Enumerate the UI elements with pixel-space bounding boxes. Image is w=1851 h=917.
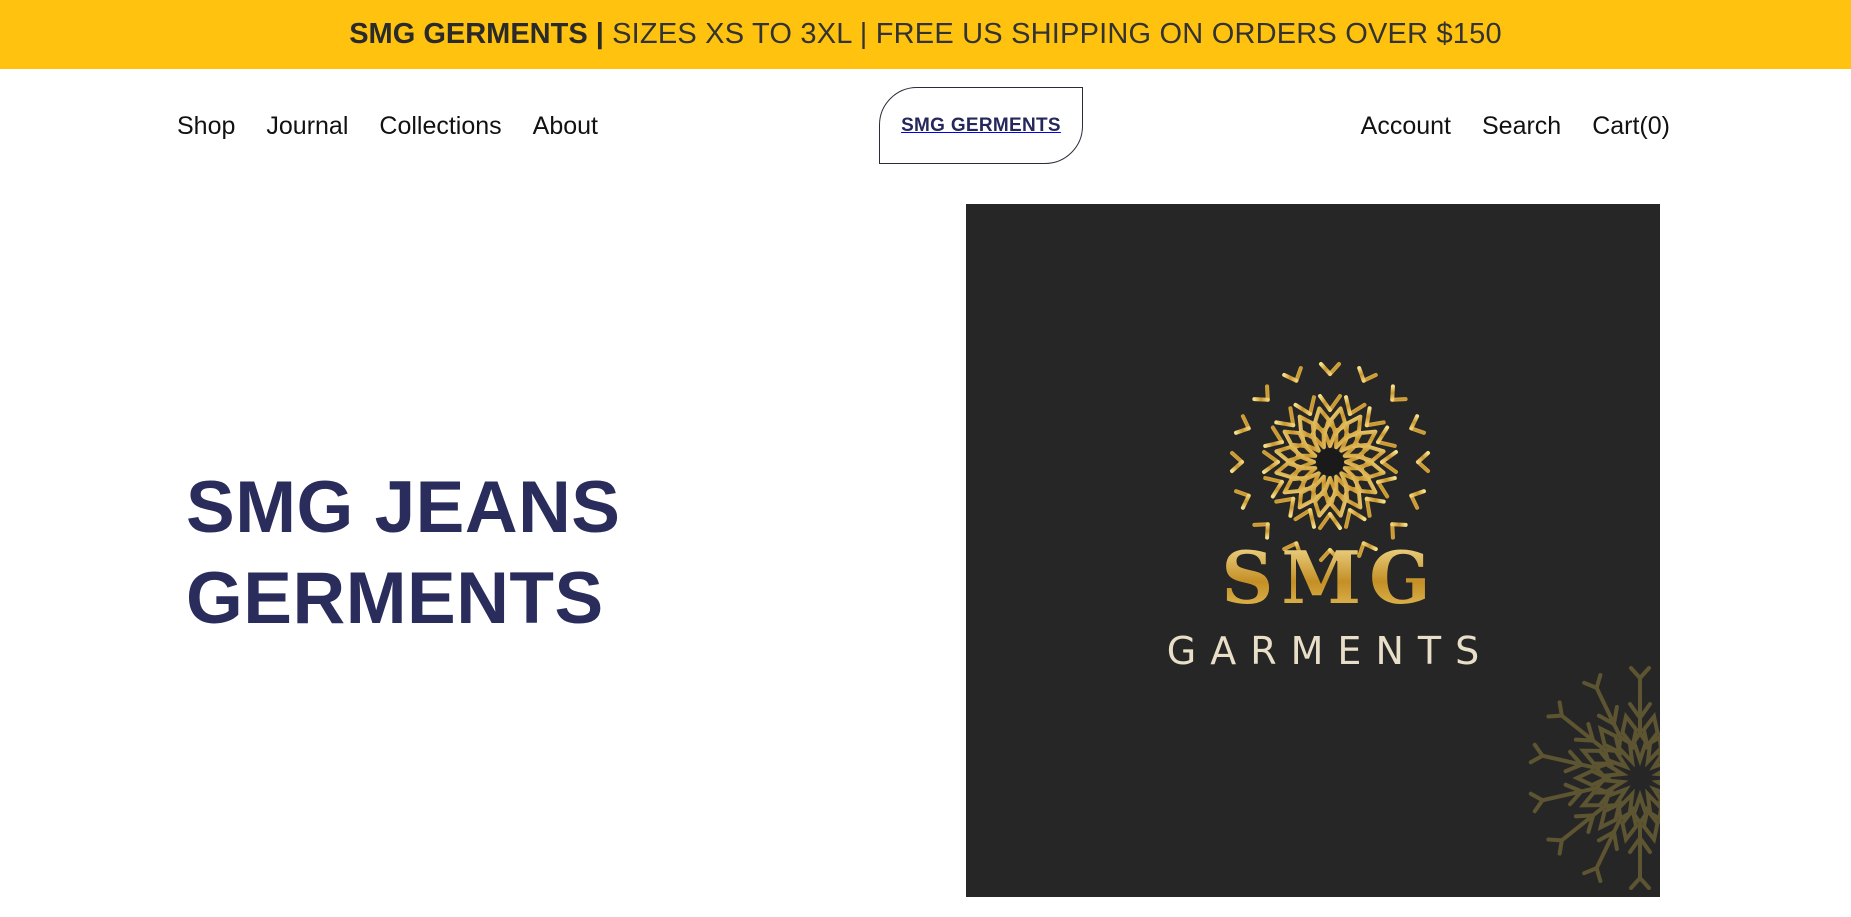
brand-emblem-graphic: SMG GARMENTS xyxy=(1167,362,1660,890)
nav-link-cart[interactable]: Cart(0) xyxy=(1592,112,1670,141)
hero-title: SMG JEANS GERMENTS xyxy=(186,462,620,644)
announcement-bar: SMG GERMENTS | SIZES XS TO 3XL | FREE US… xyxy=(0,0,1851,69)
site-logo[interactable]: SMG GERMENTS xyxy=(879,87,1083,164)
nav-link-journal[interactable]: Journal xyxy=(266,112,348,141)
emblem-brand-bottom: GARMENTS xyxy=(1167,629,1493,673)
nav-link-search[interactable]: Search xyxy=(1482,112,1561,141)
nav-link-account[interactable]: Account xyxy=(1361,112,1451,141)
emblem-brand-top: SMG xyxy=(1221,535,1438,620)
corner-emblem xyxy=(1528,666,1660,890)
hero-brand-image: SMG GARMENTS xyxy=(966,204,1660,897)
nav-link-collections[interactable]: Collections xyxy=(379,112,501,141)
announcement-brand: SMG GERMENTS | xyxy=(349,18,604,50)
hero-title-line-2: GERMENTS xyxy=(186,558,604,639)
announcement-message: SIZES XS TO 3XL | FREE US SHIPPING ON OR… xyxy=(603,18,1502,50)
primary-nav: Shop Journal Collections About xyxy=(177,112,629,141)
site-logo-text: SMG GERMENTS xyxy=(901,114,1061,136)
nav-link-about[interactable]: About xyxy=(533,112,598,141)
mandala-emblem xyxy=(1230,362,1430,562)
nav-link-shop[interactable]: Shop xyxy=(177,112,235,141)
utility-nav: Account Search Cart(0) xyxy=(1330,112,1670,141)
hero-title-line-1: SMG JEANS xyxy=(186,467,621,548)
